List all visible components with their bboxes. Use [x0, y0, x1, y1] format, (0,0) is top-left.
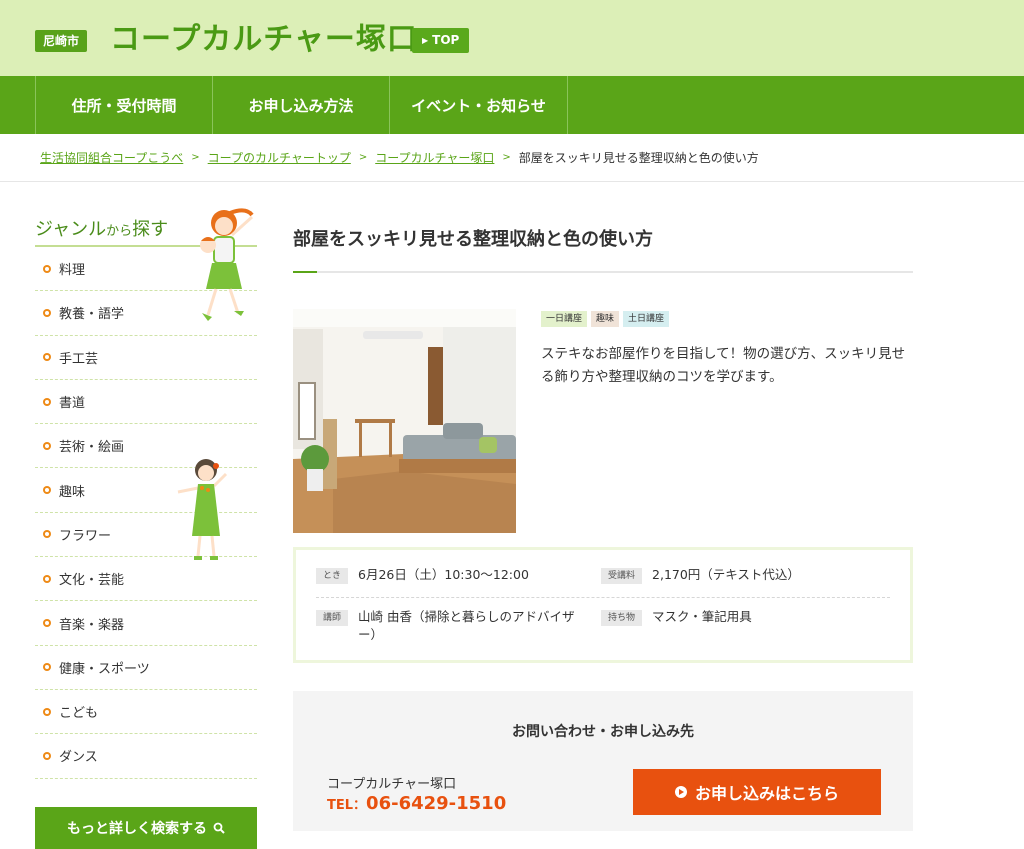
bullet-icon: [43, 619, 51, 628]
bullet-icon: [43, 707, 51, 716]
info-value: マスク・筆記用具: [652, 609, 752, 624]
bullet-icon: [43, 441, 51, 450]
tag-hobby: 趣味: [591, 311, 620, 327]
bullet-icon: [43, 751, 51, 760]
site-title[interactable]: コープカルチャー塚口: [110, 20, 418, 60]
course-description: ステキなお部屋作りを目指して！物の選び方、スッキリ見せる飾り方や整理収納のコツを…: [541, 346, 906, 385]
breadcrumb-link-coop-kobe[interactable]: 生活協同組合コープこうべ: [40, 149, 183, 166]
bullet-icon: [43, 264, 51, 273]
genre-item-music[interactable]: 音楽・楽器: [35, 601, 257, 646]
genre-item-handicraft[interactable]: 手工芸: [35, 336, 257, 380]
info-value: 6月26日（土）10:30〜12:00: [358, 567, 529, 582]
bullet-icon: [43, 397, 51, 406]
circle-arrow-icon: [674, 786, 687, 798]
tel-label: TEL：: [327, 798, 367, 813]
bullet-icon: [43, 308, 51, 317]
info-row: 講師 山崎 由香（掃除と暮らしのアドバイザー） 持ち物 マスク・筆記用具: [316, 598, 890, 644]
contact-heading: お問い合わせ・お申し込み先: [512, 724, 694, 740]
info-label: 講師: [316, 610, 349, 626]
bullet-icon: [43, 353, 51, 362]
genre-item-kids[interactable]: こども: [35, 690, 257, 735]
info-when: とき 6月26日（土）10:30〜12:00: [316, 566, 601, 584]
breadcrumb: 生活協同組合コープこうべ > コープのカルチャートップ > コープカルチャー塚口…: [0, 134, 1024, 182]
site-header: 尼崎市 コープカルチャー塚口 ▶ TOP: [0, 0, 1024, 76]
info-value: 山崎 由香（掃除と暮らしのアドバイザー）: [358, 609, 575, 642]
apply-button[interactable]: お申し込みはこちら: [633, 769, 881, 815]
info-value: 2,170円（テキスト代込）: [652, 567, 800, 582]
genre-label: 手工芸: [59, 351, 99, 367]
genre-item-health[interactable]: 健康・スポーツ: [35, 646, 257, 690]
course-summary: 一日講座 趣味 土日講座 ステキなお部屋作りを目指して！物の選び方、スッキリ見せ…: [293, 309, 913, 533]
breadcrumb-link-culture-top[interactable]: コープのカルチャートップ: [208, 149, 351, 166]
bullet-icon: [43, 663, 51, 672]
genre-label: こども: [59, 706, 99, 722]
breadcrumb-current: 部屋をスッキリ見せる整理収納と色の使い方: [518, 151, 759, 165]
tag-weekend: 土日講座: [623, 311, 670, 327]
genre-heading-main: ジャンル: [35, 219, 107, 240]
info-items: 持ち物 マスク・筆記用具: [601, 608, 752, 644]
apply-button-label: お申し込みはこちら: [694, 784, 839, 803]
breadcrumb-separator: >: [191, 152, 200, 163]
search-icon: [213, 822, 225, 834]
course-info-box: とき 6月26日（土）10:30〜12:00 受講料 2,170円（テキスト代込…: [293, 547, 913, 663]
breadcrumb-separator: >: [358, 152, 368, 163]
genre-label: 健康・スポーツ: [59, 661, 150, 677]
breadcrumb-link-tsukaguchi[interactable]: コープカルチャー塚口: [375, 149, 494, 166]
genre-heading-tail: 探す: [132, 219, 169, 240]
info-label: とき: [316, 568, 349, 584]
genre-label: 芸術・絵画: [59, 440, 125, 456]
tel-number: 06-6429-1510: [366, 793, 507, 814]
bullet-icon: [43, 486, 51, 495]
info-teacher: 講師 山崎 由香（掃除と暮らしのアドバイザー）: [316, 608, 601, 644]
detailed-search-label: もっと詳しく検索する: [67, 820, 207, 837]
genre-label: 料理: [59, 263, 86, 279]
tag-one-day: 一日講座: [541, 311, 588, 327]
genre-label: 文化・芸能: [59, 573, 125, 589]
bullet-icon: [43, 574, 51, 583]
dancing-girl-illustration: [177, 459, 228, 560]
info-row: とき 6月26日（土）10:30〜12:00 受講料 2,170円（テキスト代込…: [316, 566, 890, 598]
main-content: 部屋をスッキリ見せる整理収納と色の使い方 一日講座 趣味 土日講座 ステキなお部…: [293, 215, 913, 831]
top-button-label: TOP: [432, 33, 460, 47]
bullet-icon: [43, 530, 51, 539]
genre-item-dance[interactable]: ダンス: [35, 734, 257, 779]
nav-item-address[interactable]: 住所・受付時間: [35, 76, 212, 134]
genre-label: 音楽・楽器: [59, 617, 125, 633]
nav-item-events[interactable]: イベント・お知らせ: [389, 76, 568, 134]
course-tags: 一日講座 趣味 土日講座: [541, 311, 670, 327]
breadcrumb-separator: >: [502, 152, 511, 163]
contact-tel[interactable]: TEL：06-6429-1510: [327, 793, 506, 814]
genre-label: 趣味: [59, 484, 86, 500]
room-photo: [293, 309, 516, 533]
genre-heading-small: から: [106, 224, 133, 239]
contact-name: コープカルチャー塚口: [327, 777, 457, 792]
info-label: 持ち物: [601, 610, 643, 626]
play-arrow-icon: ▶: [422, 36, 429, 45]
genre-label: ダンス: [59, 750, 98, 766]
nav-item-apply-method[interactable]: お申し込み方法: [212, 76, 389, 134]
genre-item-calligraphy[interactable]: 書道: [35, 380, 257, 425]
woman-with-baby-illustration: [200, 208, 254, 321]
city-badge: 尼崎市: [35, 30, 88, 52]
info-label: 受講料: [601, 568, 643, 584]
top-button[interactable]: ▶ TOP: [412, 28, 470, 53]
info-fee: 受講料 2,170円（テキスト代込）: [601, 566, 800, 584]
detailed-search-button[interactable]: もっと詳しく検索する: [35, 806, 257, 849]
global-nav: 住所・受付時間 お申し込み方法 イベント・お知らせ: [0, 76, 1024, 134]
genre-label: フラワー: [59, 528, 112, 544]
genre-label: 書道: [59, 396, 86, 412]
genre-label: 教養・語学: [59, 307, 125, 323]
page-title: 部屋をスッキリ見せる整理収納と色の使い方: [293, 215, 913, 273]
contact-section: お問い合わせ・お申し込み先 コープカルチャー塚口 TEL：06-6429-151…: [293, 691, 913, 831]
